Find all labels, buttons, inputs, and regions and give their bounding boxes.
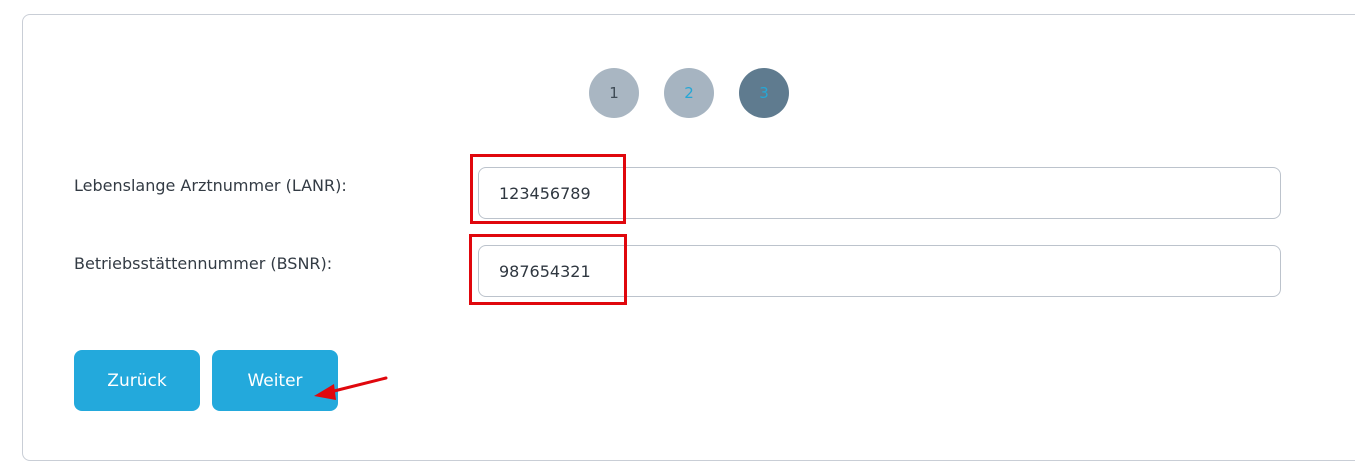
annotation-arrow-icon <box>314 376 388 400</box>
step-3-current[interactable]: 3 <box>739 68 789 118</box>
back-button[interactable]: Zurück <box>74 350 200 411</box>
step-indicator: 1 2 3 <box>589 68 789 118</box>
lanr-highlight-box <box>470 154 626 224</box>
bsnr-highlight-box <box>469 234 627 305</box>
lanr-label: Lebenslange Arztnummer (LANR): <box>74 176 347 195</box>
bsnr-label: Betriebsstättennummer (BSNR): <box>74 254 333 273</box>
step-2[interactable]: 2 <box>664 68 714 118</box>
step-1[interactable]: 1 <box>589 68 639 118</box>
